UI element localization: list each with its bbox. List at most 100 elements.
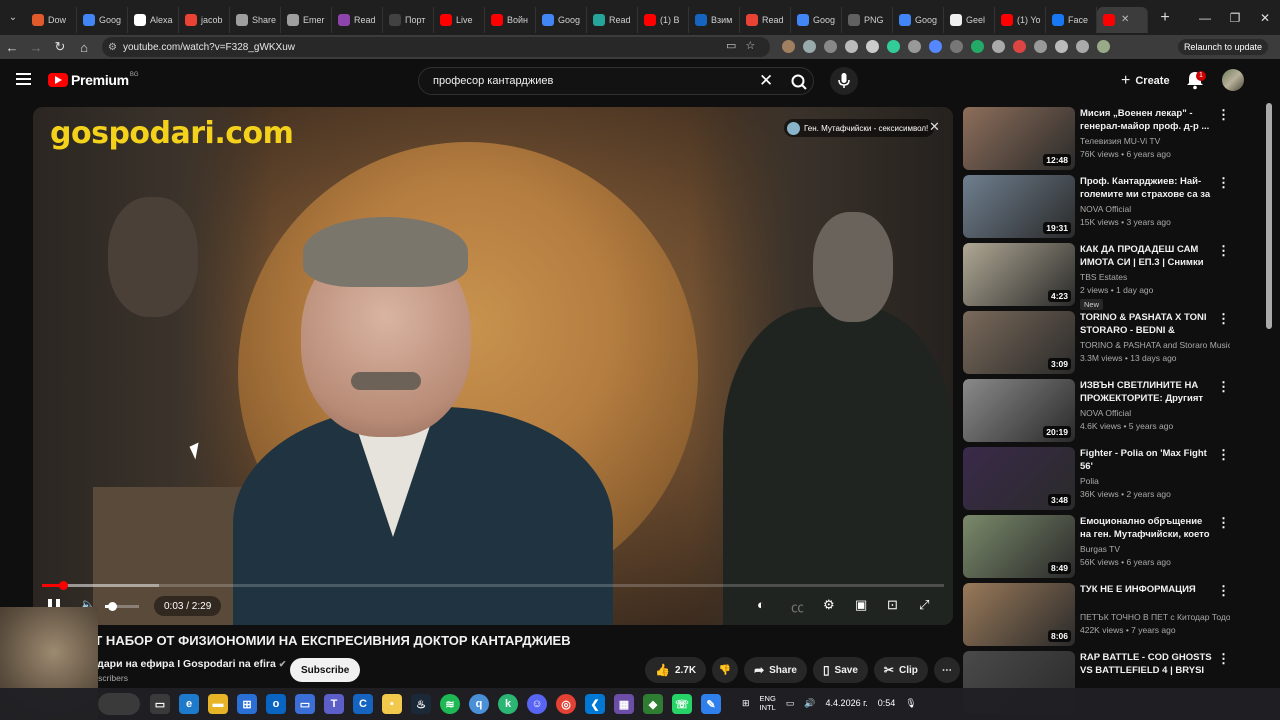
extension-icon[interactable] xyxy=(803,40,816,53)
recommendation-item[interactable]: 4:23 КАК ДА ПРОДАДЕШ САМ ИМОТА СИ | ЕП.3 … xyxy=(963,243,1253,310)
tab-list-icon[interactable] xyxy=(1076,40,1089,53)
reload-icon[interactable]: ↻ xyxy=(48,35,72,59)
tray-time[interactable]: 0:54 xyxy=(878,698,896,708)
profile-icon[interactable] xyxy=(1097,40,1110,53)
extension-icon[interactable] xyxy=(950,40,963,53)
clear-search-icon[interactable]: ✕ xyxy=(759,71,773,91)
outlook-icon[interactable]: o xyxy=(266,694,286,714)
tray-date[interactable]: 4.4.2026 г. xyxy=(826,698,868,708)
video-thumbnail[interactable]: 19:31 xyxy=(963,175,1075,238)
extension-icon[interactable] xyxy=(887,40,900,53)
qbittorrent-icon[interactable]: q xyxy=(469,694,489,714)
edge-icon[interactable]: e xyxy=(179,694,199,714)
extension-icon[interactable] xyxy=(845,40,858,53)
more-vertical-icon[interactable]: ⋮ xyxy=(1217,379,1230,395)
more-vertical-icon[interactable]: ⋮ xyxy=(1217,243,1230,259)
volume-slider[interactable] xyxy=(105,602,139,611)
cast-icon[interactable]: ⊡ xyxy=(887,597,898,613)
browser-tab[interactable]: (1) В xyxy=(638,6,689,33)
browser-tab[interactable]: ✕ xyxy=(1097,6,1148,33)
maximize-icon[interactable]: ❐ xyxy=(1220,0,1250,35)
site-info-icon[interactable]: ⚙ xyxy=(108,42,117,53)
tab-search-chevron-icon[interactable]: ⌄ xyxy=(0,0,26,35)
discord-icon[interactable]: ☺ xyxy=(527,694,547,714)
browser-tab[interactable]: (1) Yo xyxy=(995,6,1046,33)
extension-icon[interactable] xyxy=(992,40,1005,53)
file-explorer-icon[interactable]: ▬ xyxy=(208,694,228,714)
home-icon[interactable]: ⌂ xyxy=(72,35,96,59)
browser-tab[interactable]: jacob xyxy=(179,6,230,33)
kick-icon[interactable]: k xyxy=(498,694,518,714)
browser-tab[interactable]: Взим xyxy=(689,6,740,33)
extension-icon[interactable] xyxy=(782,40,795,53)
video-suggestion-chip[interactable]: Ген. Мутафчийски - сексисимвол! xyxy=(784,119,935,137)
store-icon[interactable]: ⊞ xyxy=(237,694,257,714)
youtube-logo[interactable]: Premium BG xyxy=(48,72,138,88)
app-icon[interactable]: ◆ xyxy=(643,694,663,714)
browser-tab[interactable]: Emer xyxy=(281,6,332,33)
browser-tab[interactable]: Dow xyxy=(26,6,77,33)
vscode-icon[interactable]: ❮ xyxy=(585,694,605,714)
captions-icon[interactable]: ㏄ xyxy=(791,597,804,616)
close-chip-icon[interactable]: ✕ xyxy=(929,119,940,135)
browser-tab[interactable]: Read xyxy=(587,6,638,33)
tray-overflow-icon[interactable]: ⊞ xyxy=(742,698,750,709)
task-view-icon[interactable]: ▭ xyxy=(150,694,170,714)
subscribe-button[interactable]: Subscribe xyxy=(290,658,361,682)
browser-tab[interactable]: Face xyxy=(1046,6,1097,33)
app-c-icon[interactable]: C xyxy=(353,694,373,714)
search-box[interactable]: професор кантарджиев ✕ xyxy=(418,67,814,95)
browser-tab[interactable]: Share xyxy=(230,6,281,33)
video-thumbnail[interactable]: 8:49 xyxy=(963,515,1075,578)
autoplay-toggle-icon[interactable]: ◐ xyxy=(757,597,765,612)
create-button[interactable]: + Create xyxy=(1113,69,1178,93)
new-tab-button[interactable]: + xyxy=(1154,7,1176,29)
close-tab-icon[interactable]: ✕ xyxy=(1121,14,1129,25)
like-button[interactable]: 👍 2.7K xyxy=(645,657,707,683)
address-bar[interactable]: ⚙ youtube.com/watch?v=F328_gWKXuw xyxy=(102,37,770,57)
settings-gear-icon[interactable]: ⚙ xyxy=(823,597,835,613)
microphone-tray-icon[interactable]: 🎙 xyxy=(905,698,916,709)
extension-icon[interactable] xyxy=(866,40,879,53)
steam-icon[interactable]: ♨ xyxy=(411,694,431,714)
video-thumbnail[interactable]: 12:48 xyxy=(963,107,1075,170)
page-scrollbar[interactable] xyxy=(1266,103,1272,329)
video-thumbnail[interactable]: 3:48 xyxy=(963,447,1075,510)
close-window-icon[interactable]: ✕ xyxy=(1250,0,1280,35)
puzzle-icon[interactable] xyxy=(1034,40,1047,53)
volume-handle[interactable] xyxy=(107,602,117,611)
more-vertical-icon[interactable]: ⋮ xyxy=(1217,583,1230,599)
spotify-icon[interactable]: ≋ xyxy=(440,694,460,714)
clip-button[interactable]: ✂ Clip xyxy=(873,657,928,683)
channel-name[interactable]: Господари на ефира I Gospodari na efira … xyxy=(67,658,286,670)
recommendation-item[interactable]: 19:31 Проф. Кантарджиев: Най-големите ми … xyxy=(963,175,1253,239)
more-vertical-icon[interactable]: ⋮ xyxy=(1217,311,1230,327)
extension-icon[interactable] xyxy=(908,40,921,53)
teams-icon[interactable]: T xyxy=(324,694,344,714)
whatsapp-icon[interactable]: ☏ xyxy=(672,694,692,714)
browser-tab[interactable]: Goog xyxy=(536,6,587,33)
recommendation-item[interactable]: 3:48 Fighter - Polia on 'Max Fight 56' Pol… xyxy=(963,447,1253,511)
browser-tab[interactable]: PNG xyxy=(842,6,893,33)
more-vertical-icon[interactable]: ⋮ xyxy=(1217,447,1230,463)
video-thumbnail[interactable]: 8:06 xyxy=(963,583,1075,646)
more-vertical-icon[interactable]: ⋮ xyxy=(1217,651,1230,667)
sticky-notes-icon[interactable]: ▪ xyxy=(382,694,402,714)
extension-icon[interactable] xyxy=(824,40,837,53)
voice-search-icon[interactable] xyxy=(830,67,858,95)
video-thumbnail[interactable]: 4:23 xyxy=(963,243,1075,306)
more-actions-button[interactable]: ⋯ xyxy=(933,657,960,683)
install-app-icon[interactable]: ▭ xyxy=(726,39,736,52)
recommendation-item[interactable]: 8:49 Емоционално обръщение на ген. Мутафч… xyxy=(963,515,1253,579)
share-button[interactable]: ➦ Share xyxy=(744,657,807,683)
volume-tray-icon[interactable]: 🔊 xyxy=(804,698,815,709)
save-button[interactable]: ▯ Save xyxy=(812,657,868,683)
search-input[interactable]: професор кантарджиев xyxy=(433,75,553,87)
forward-icon[interactable]: → xyxy=(24,35,48,59)
search-icon[interactable] xyxy=(787,72,811,92)
input-language[interactable]: ENG INTL xyxy=(760,694,776,712)
monitor-icon[interactable]: ▭ xyxy=(295,694,315,714)
recommendation-item[interactable]: 3:09 TORINO & PASHATA X TONI STORARO - BE… xyxy=(963,311,1253,375)
menu-icon[interactable] xyxy=(16,73,31,85)
dislike-button[interactable]: 👎 xyxy=(712,657,739,683)
